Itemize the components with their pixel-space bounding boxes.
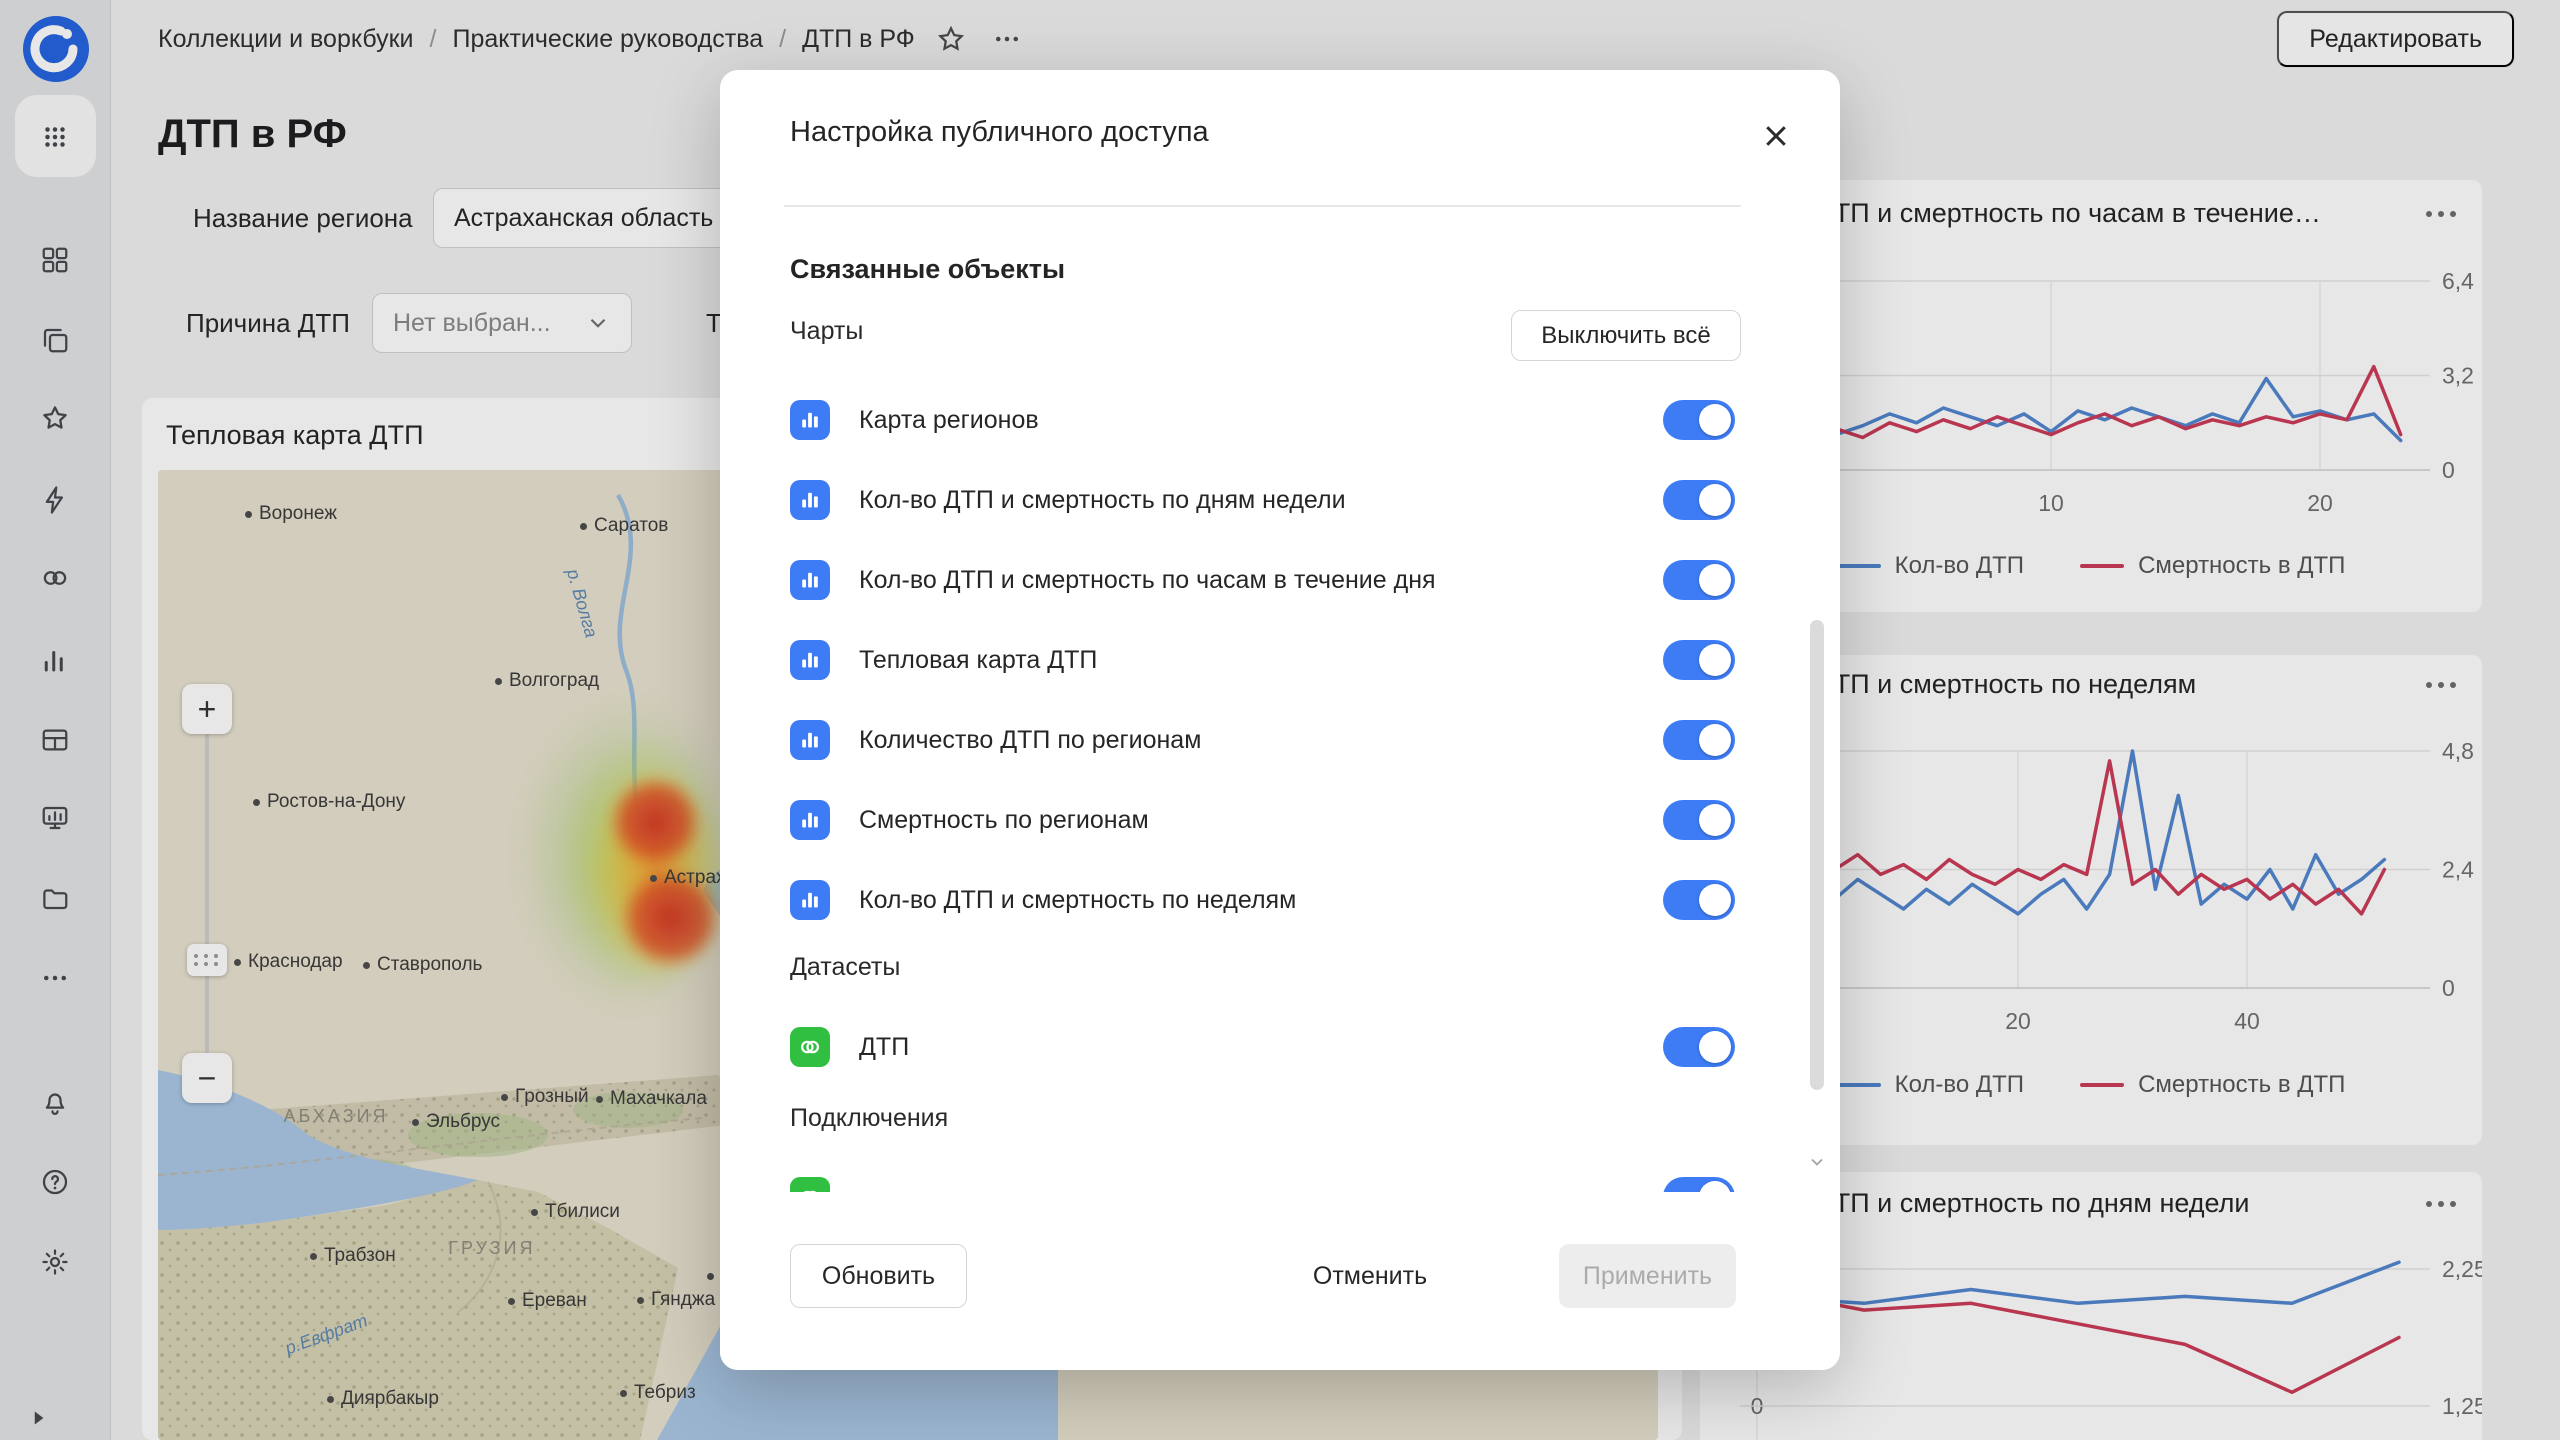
- chart-object-row: Кол-во ДТП и смертность по неделям: [720, 860, 1840, 940]
- object-toggle[interactable]: [1663, 800, 1735, 840]
- update-button[interactable]: Обновить: [790, 1244, 967, 1308]
- chart-object-row: Кол-во ДТП и смертность по дням недели: [720, 460, 1840, 540]
- toggle-knob: [1699, 1181, 1731, 1192]
- object-toggle[interactable]: [1663, 480, 1735, 520]
- cancel-button[interactable]: Отменить: [1290, 1244, 1450, 1308]
- object-label: Кол-во ДТП и смертность по дням недели: [859, 460, 1346, 540]
- toggle-knob: [1699, 884, 1731, 916]
- dataset-icon: [790, 1027, 830, 1067]
- toggle-knob: [1699, 564, 1731, 596]
- related-objects-heading: Связанные объекты: [790, 254, 1065, 285]
- dataset-object-row: ДТП: [720, 1007, 1840, 1087]
- clipped-connection-row: [720, 1157, 1840, 1192]
- apply-button-disabled[interactable]: Применить: [1559, 1244, 1736, 1308]
- object-label: Кол-во ДТП и смертность по неделям: [859, 860, 1296, 940]
- divider: [784, 205, 1741, 207]
- toggle-knob: [1699, 724, 1731, 756]
- chart-icon: [790, 480, 830, 520]
- object-label: Кол-во ДТП и смертность по часам в течен…: [859, 540, 1436, 620]
- object-toggle[interactable]: [1663, 400, 1735, 440]
- object-label: Количество ДТП по регионам: [859, 700, 1201, 780]
- chart-icon: [790, 640, 830, 680]
- connection-icon: [790, 1177, 830, 1192]
- chart-icon: [790, 880, 830, 920]
- scroll-down-icon[interactable]: [1804, 1152, 1830, 1172]
- chart-icon: [790, 560, 830, 600]
- dialog-footer: Обновить Отменить Применить: [720, 1241, 1840, 1370]
- disable-all-button[interactable]: Выключить всё: [1511, 310, 1741, 361]
- object-toggle[interactable]: [1663, 1177, 1735, 1192]
- datasets-group-label: Датасеты: [790, 953, 900, 982]
- charts-group-label: Чарты: [790, 317, 863, 346]
- chart-object-row: Количество ДТП по регионам: [720, 700, 1840, 780]
- chart-icon: [790, 400, 830, 440]
- chart-object-row: Тепловая карта ДТП: [720, 620, 1840, 700]
- object-toggle[interactable]: [1663, 1027, 1735, 1067]
- chart-object-row: Карта регионов: [720, 380, 1840, 460]
- object-toggle[interactable]: [1663, 880, 1735, 920]
- object-label: Тепловая карта ДТП: [859, 620, 1097, 700]
- object-label: Смертность по регионам: [859, 780, 1149, 860]
- toggle-knob: [1699, 404, 1731, 436]
- object-toggle[interactable]: [1663, 640, 1735, 680]
- app-root: Коллекции и воркбуки / Практические руко…: [0, 0, 2560, 1440]
- object-label: ДТП: [859, 1007, 909, 1087]
- chart-icon: [790, 800, 830, 840]
- public-access-dialog: Настройка публичного доступа Связанные о…: [720, 70, 1840, 1370]
- object-toggle[interactable]: [1663, 560, 1735, 600]
- toggle-knob: [1699, 804, 1731, 836]
- close-icon[interactable]: [1754, 114, 1798, 158]
- chart-icon: [790, 720, 830, 760]
- toggle-knob: [1699, 1031, 1731, 1063]
- dialog-title: Настройка публичного доступа: [790, 116, 1209, 149]
- chart-object-row: Смертность по регионам: [720, 780, 1840, 860]
- object-toggle[interactable]: [1663, 720, 1735, 760]
- connections-group-label: Подключения: [790, 1104, 948, 1133]
- chart-object-row: Кол-во ДТП и смертность по часам в течен…: [720, 540, 1840, 620]
- object-label: Карта регионов: [859, 380, 1039, 460]
- toggle-knob: [1699, 644, 1731, 676]
- toggle-knob: [1699, 484, 1731, 516]
